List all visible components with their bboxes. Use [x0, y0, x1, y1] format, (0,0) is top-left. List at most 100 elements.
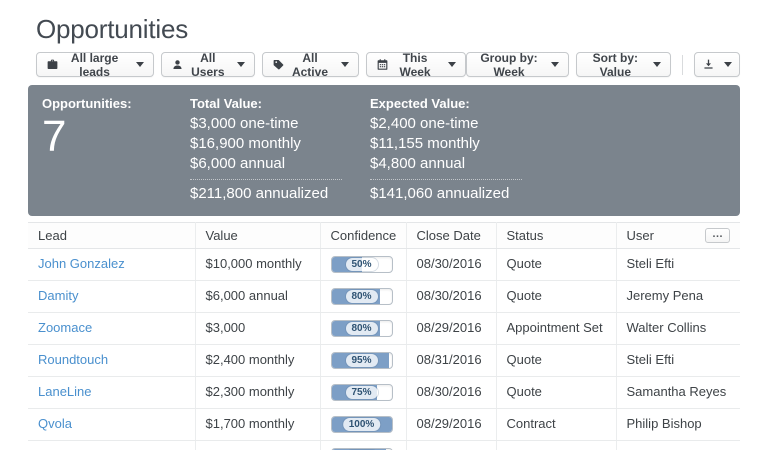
filter-status-button[interactable]: All Active: [262, 52, 358, 77]
confidence-slider[interactable]: 80%: [331, 288, 393, 305]
confidence-slider[interactable]: 100%: [331, 416, 393, 433]
column-options-button[interactable]: …: [705, 228, 730, 243]
user-cell: Philip Bishop: [616, 409, 740, 441]
status-cell: Appointment Set: [496, 313, 616, 345]
filter-status-label: All Active: [291, 51, 328, 79]
chevron-down-icon: [724, 62, 732, 67]
lead-link[interactable]: Zoomace: [38, 320, 92, 335]
lead-cell: Qvola: [28, 409, 195, 441]
table-row: LaneLine$2,300 monthly75%08/30/2016Quote…: [28, 377, 740, 409]
confidence-cell: 50%: [320, 249, 406, 281]
summary-expected-value-column: Expected Value: $2,400 one-time $11,155 …: [370, 95, 726, 204]
user-icon: [171, 58, 184, 71]
value-cell: $10,000 monthly: [195, 249, 320, 281]
filter-users-label: All Users: [190, 51, 225, 79]
header-user: User …: [616, 223, 740, 249]
confidence-value: 100%: [343, 418, 381, 431]
user-cell: Steli Efti: [616, 441, 740, 450]
lead-cell: Zoomace: [28, 313, 195, 345]
summary-total-label: Total Value:: [190, 95, 370, 112]
close-date-cell: 08/30/2016: [406, 281, 496, 313]
confidence-slider[interactable]: 95%: [331, 352, 393, 369]
value-cell: $2,400 monthly: [195, 345, 320, 377]
toolbar: All large leads All Users All Active: [36, 52, 740, 77]
lead-cell: Damity: [28, 281, 195, 313]
toolbar-actions: Group by: Week Sort by: Value: [466, 52, 740, 77]
header-status: Status: [496, 223, 616, 249]
download-icon: [702, 58, 715, 71]
sort-by-label: Sort by: Value: [586, 51, 644, 79]
filter-leads-label: All large leads: [65, 51, 124, 79]
summary-divider: [370, 179, 522, 180]
briefcase-icon: [46, 58, 59, 71]
opportunities-table: Lead Value Confidence Close Date Status …: [28, 222, 740, 450]
lead-cell: John Gonzalez: [28, 249, 195, 281]
table-row: Qvola $1,700 monthly 100% 08/29/2016Contrac…: [28, 409, 740, 441]
confidence-slider[interactable]: 80%: [331, 320, 393, 337]
status-cell: Quote: [496, 249, 616, 281]
opportunities-page: Opportunities All large leads All Users: [0, 14, 768, 450]
confidence-slider[interactable]: 75%: [331, 384, 393, 401]
confidence-cell: 80%: [320, 281, 406, 313]
summary-total-monthly: $16,900 monthly: [190, 134, 370, 154]
status-cell: Contract: [496, 409, 616, 441]
toolbar-filters: All large leads All Users All Active: [36, 52, 466, 77]
confidence-cell: 95%: [320, 345, 406, 377]
filter-users-button[interactable]: All Users: [161, 52, 255, 77]
confidence-value: 95%: [345, 354, 377, 367]
sort-by-button[interactable]: Sort by: Value: [576, 52, 671, 77]
summary-total-annualized: $211,800 annualized: [190, 184, 370, 204]
lead-cell: Roundtouch: [28, 345, 195, 377]
user-cell: Walter Collins: [616, 313, 740, 345]
user-cell: Jeremy Pena: [616, 281, 740, 313]
close-date-cell: 08/29/2016: [406, 313, 496, 345]
confidence-value: 75%: [345, 386, 377, 399]
summary-divider: [190, 179, 342, 180]
lead-link[interactable]: Qvola: [38, 416, 72, 431]
summary-count-value: 7: [42, 114, 190, 160]
status-cell: Quote: [496, 281, 616, 313]
summary-expected-annual: $4,800 annual: [370, 154, 726, 174]
value-cell: $2,300 monthly: [195, 377, 320, 409]
close-date-cell: 08/31/2016: [406, 345, 496, 377]
close-date-cell: 08/30/2016: [406, 377, 496, 409]
header-close-date: Close Date: [406, 223, 496, 249]
confidence-value: 50%: [345, 258, 377, 271]
toolbar-divider: [682, 55, 683, 75]
summary-count-label: Opportunities:: [42, 95, 190, 112]
calendar-icon: [376, 58, 389, 71]
chevron-down-icon: [448, 62, 456, 67]
summary-expected-annualized: $141,060 annualized: [370, 184, 726, 204]
summary-count-column: Opportunities: 7: [42, 95, 190, 204]
lead-link[interactable]: Damity: [38, 288, 78, 303]
chevron-down-icon: [653, 62, 661, 67]
confidence-cell: 90%: [320, 441, 406, 450]
export-button[interactable]: [694, 52, 740, 77]
group-by-button[interactable]: Group by: Week: [466, 52, 570, 77]
opportunities-table-body: John Gonzalez $10,000 monthly 50% 08/30/201…: [28, 249, 740, 450]
filter-leads-button[interactable]: All large leads: [36, 52, 154, 77]
lead-cell: FreshjobWaiting on approval from CEO.: [28, 441, 195, 450]
lead-link[interactable]: Roundtouch: [38, 352, 108, 367]
group-by-label: Group by: Week: [476, 51, 543, 79]
confidence-cell: 100%: [320, 409, 406, 441]
confidence-value: 80%: [345, 322, 377, 335]
filter-daterange-button[interactable]: This Week: [366, 52, 466, 77]
chevron-down-icon: [551, 62, 559, 67]
chevron-down-icon: [341, 62, 349, 67]
summary-total-annual: $6,000 annual: [190, 154, 370, 174]
close-date-cell: 08/29/2016: [406, 409, 496, 441]
chevron-down-icon: [136, 62, 144, 67]
summary-total-value-column: Total Value: $3,000 one-time $16,900 mon…: [190, 95, 370, 204]
table-row: Zoomace$3,00080%08/29/2016Appointment Se…: [28, 313, 740, 345]
value-cell: $1,700 monthly: [195, 409, 320, 441]
lead-link[interactable]: LaneLine: [38, 384, 92, 399]
status-cell: Contract: [496, 441, 616, 450]
filter-daterange-label: This Week: [395, 51, 436, 79]
header-lead: Lead: [28, 223, 195, 249]
lead-link[interactable]: John Gonzalez: [38, 256, 125, 271]
confidence-slider[interactable]: 50%: [331, 256, 393, 273]
table-row: Damity$6,000 annual80%08/30/2016QuoteJer…: [28, 281, 740, 313]
value-cell: $500 monthly: [195, 441, 320, 450]
table-row: FreshjobWaiting on approval from CEO.$50…: [28, 441, 740, 450]
